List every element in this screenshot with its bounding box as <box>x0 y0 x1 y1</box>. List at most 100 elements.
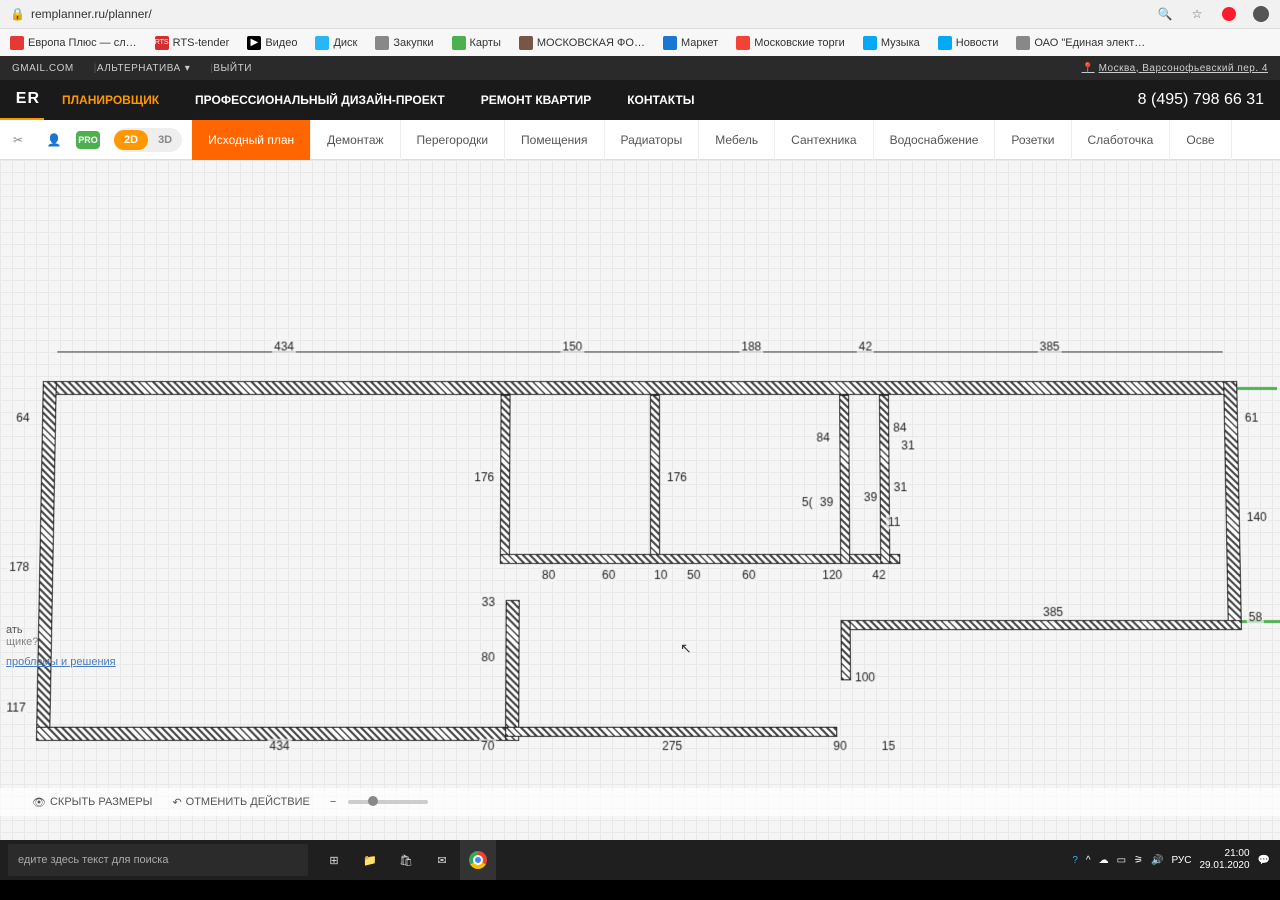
opera-icon[interactable] <box>1220 5 1238 23</box>
volume-icon[interactable]: 🔊 <box>1151 855 1163 866</box>
taskbar-search[interactable]: едите здесь текст для поиска <box>8 844 308 876</box>
system-tray[interactable]: ? ^ ☁ ▭ ⚞ 🔊 РУС 21:00 29.01.2020 💬 <box>1062 848 1280 872</box>
bookmark-item[interactable]: ▶Видео <box>247 36 297 50</box>
dimension-label: 80 <box>479 650 496 664</box>
bookmark-item[interactable]: Музыка <box>863 36 920 50</box>
dimension-label: 58 <box>1247 610 1265 624</box>
file-explorer-icon[interactable]: 📁 <box>352 840 388 880</box>
user-bar: GMAIL.COM | АЛЬТЕРНАТИВА ▾ | ВЫЙТИ 📍Моск… <box>0 56 1280 80</box>
mail-icon[interactable]: ✉ <box>424 840 460 880</box>
nav-renovation[interactable]: РЕМОНТ КВАРТИР <box>463 80 610 120</box>
tab-radiators[interactable]: Радиаторы <box>605 120 700 160</box>
cloud-icon[interactable]: ☁ <box>1099 855 1109 866</box>
chevron-up-icon[interactable]: ^ <box>1086 855 1091 866</box>
view-toggle[interactable]: 2D 3D <box>114 128 182 152</box>
zoom-out-button[interactable]: − <box>330 796 336 808</box>
bookmark-item[interactable]: ОАО "Единая элект… <box>1016 36 1145 50</box>
taskbar-clock[interactable]: 21:00 29.01.2020 <box>1199 848 1249 872</box>
pro-badge-icon[interactable]: PRO <box>76 131 100 149</box>
zoom-slider[interactable] <box>348 800 428 804</box>
planner-toolbar: ✂ 👤 PRO 2D 3D Исходный план Демонтаж Пер… <box>0 120 1280 160</box>
problems-link[interactable]: проблемы и решения <box>6 656 116 668</box>
bookmark-item[interactable]: Европа Плюс — сл… <box>10 36 137 50</box>
floor-plan[interactable]: 434 150 188 42 385 64 178 117 61 140 58 … <box>36 322 1244 741</box>
dimension-label: 31 <box>892 480 909 494</box>
bookmark-item[interactable]: МОСКОВСКАЯ ФО… <box>519 36 645 50</box>
tools-icon[interactable]: ✂ <box>4 126 32 154</box>
dimension-label: 39 <box>818 495 835 509</box>
dimension-label: 434 <box>272 340 296 354</box>
dimension-label: 80 <box>540 568 557 582</box>
user-email[interactable]: GMAIL.COM <box>12 63 74 74</box>
tab-lighting[interactable]: Осве <box>1170 120 1231 160</box>
main-navigation: ER ПЛАНИРОВЩИК ПРОФЕССИОНАЛЬНЫЙ ДИЗАЙН-П… <box>0 80 1280 120</box>
tab-rooms[interactable]: Помещения <box>505 120 604 160</box>
view-2d-button[interactable]: 2D <box>114 130 148 150</box>
tab-sockets[interactable]: Розетки <box>995 120 1071 160</box>
floor-plan-canvas[interactable]: 434 150 188 42 385 64 178 117 61 140 58 … <box>0 160 1280 840</box>
bookmark-item[interactable]: Московские торги <box>736 36 845 50</box>
dimension-label: 176 <box>665 470 689 484</box>
tab-low-voltage[interactable]: Слаботочка <box>1072 120 1171 160</box>
dimension-label: 90 <box>831 739 849 753</box>
dimension-label: 42 <box>857 340 874 354</box>
language-indicator[interactable]: РУС <box>1171 855 1191 866</box>
help-tray-icon[interactable]: ? <box>1072 855 1078 866</box>
bookmark-item[interactable]: Маркет <box>663 36 718 50</box>
tab-water-supply[interactable]: Водоснабжение <box>874 120 996 160</box>
dimension-label: 275 <box>660 739 684 753</box>
tab-partitions[interactable]: Перегородки <box>401 120 505 160</box>
browser-address-bar: 🔒 remplanner.ru/planner/ 🔍 ☆ <box>0 0 1280 28</box>
dimension-label: 140 <box>1245 510 1269 524</box>
undo-button[interactable]: ↶ОТМЕНИТЬ ДЕЙСТВИЕ <box>172 796 309 809</box>
bookmark-item[interactable]: Карты <box>452 36 501 50</box>
nav-planner[interactable]: ПЛАНИРОВЩИК <box>44 80 177 120</box>
search-icon[interactable]: 🔍 <box>1156 5 1174 23</box>
bookmark-item[interactable]: Новости <box>938 36 999 50</box>
person-icon[interactable]: 👤 <box>40 126 68 154</box>
store-icon[interactable]: 🛍 <box>388 840 424 880</box>
dimension-label: 42 <box>870 568 887 582</box>
network-icon[interactable]: ▭ <box>1117 855 1126 866</box>
wifi-icon[interactable]: ⚞ <box>1134 855 1143 866</box>
dimension-label: 60 <box>600 568 617 582</box>
tab-source-plan[interactable]: Исходный план <box>192 120 311 160</box>
dimension-label: 60 <box>740 568 757 582</box>
task-view-icon[interactable]: ⊞ <box>316 840 352 880</box>
help-text-line: щике? <box>6 636 116 648</box>
dimension-label: 385 <box>1041 605 1065 619</box>
notifications-icon[interactable]: 💬 <box>1258 855 1270 866</box>
nav-contacts[interactable]: КОНТАКТЫ <box>609 80 712 120</box>
view-3d-button[interactable]: 3D <box>148 130 182 150</box>
tab-demolition[interactable]: Демонтаж <box>311 120 400 160</box>
tab-plumbing[interactable]: Сантехника <box>775 120 873 160</box>
dimension-label: 33 <box>480 595 497 609</box>
bookmarks-bar: Европа Плюс — сл… RTSRTS-tender ▶Видео Д… <box>0 28 1280 56</box>
bookmark-item[interactable]: Диск <box>315 36 357 50</box>
dimension-label: 10 <box>652 568 669 582</box>
star-icon[interactable]: ☆ <box>1188 5 1206 23</box>
chevron-down-icon: ▾ <box>185 63 191 74</box>
logout-link[interactable]: ВЫЙТИ <box>213 63 252 74</box>
dimension-label: 84 <box>814 431 831 445</box>
dimension-label: 84 <box>891 421 908 435</box>
logo[interactable]: ER <box>0 80 44 120</box>
alternative-dropdown[interactable]: АЛЬТЕРНАТИВА ▾ <box>97 63 190 74</box>
profile-avatar-icon[interactable] <box>1252 5 1270 23</box>
chrome-icon[interactable] <box>460 840 496 880</box>
bookmark-item[interactable]: RTSRTS-tender <box>155 36 230 50</box>
search-placeholder: едите здесь текст для поиска <box>18 854 168 866</box>
side-help: ать щике? проблемы и решения <box>0 620 122 672</box>
dimension-label: 150 <box>560 340 584 354</box>
dimension-label: 39 <box>862 490 879 504</box>
tab-furniture[interactable]: Мебель <box>699 120 775 160</box>
nav-design-project[interactable]: ПРОФЕССИОНАЛЬНЫЙ ДИЗАЙН-ПРОЕКТ <box>177 80 463 120</box>
dimension-label: 117 <box>4 701 28 715</box>
hide-dimensions-button[interactable]: 👁СКРЫТЬ РАЗМЕРЫ <box>32 796 152 809</box>
eye-icon: 👁 <box>32 796 46 809</box>
dimension-label: 178 <box>7 560 31 574</box>
page-url[interactable]: remplanner.ru/planner/ <box>31 7 1142 21</box>
location-link[interactable]: 📍Москва, Варсонофьевский пер. 4 <box>1082 63 1268 74</box>
phone-number[interactable]: 8 (495) 798 66 31 <box>1138 91 1280 109</box>
bookmark-item[interactable]: Закупки <box>375 36 433 50</box>
